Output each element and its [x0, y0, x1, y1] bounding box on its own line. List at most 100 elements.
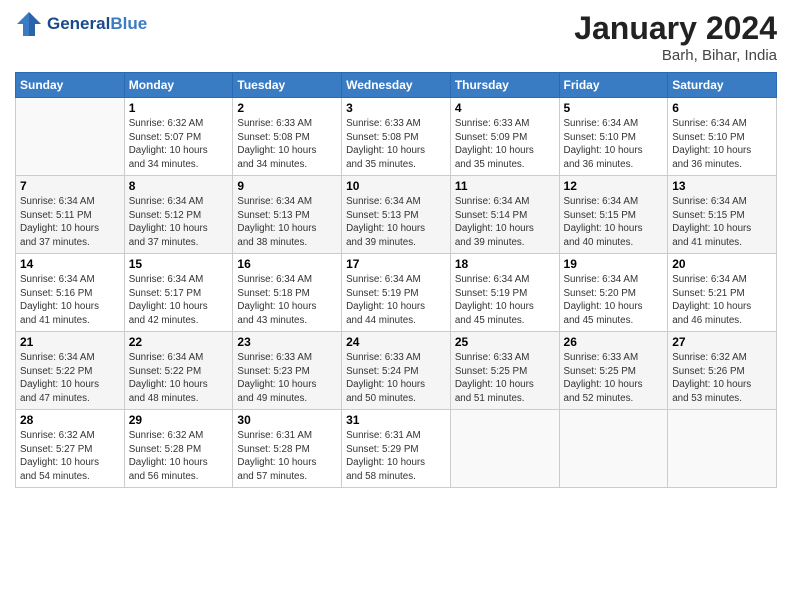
calendar-table: SundayMondayTuesdayWednesdayThursdayFrid…	[15, 72, 777, 488]
day-cell: 14Sunrise: 6:34 AM Sunset: 5:16 PM Dayli…	[16, 254, 125, 332]
day-number: 25	[455, 335, 555, 349]
day-cell	[16, 98, 125, 176]
day-content: Sunrise: 6:33 AM Sunset: 5:09 PM Dayligh…	[455, 117, 555, 172]
logo-icon	[15, 10, 43, 38]
day-number: 28	[20, 413, 120, 427]
day-content: Sunrise: 6:33 AM Sunset: 5:23 PM Dayligh…	[237, 351, 337, 406]
week-row-3: 14Sunrise: 6:34 AM Sunset: 5:16 PM Dayli…	[16, 254, 777, 332]
day-cell: 7 Sunrise: 6:34 AM Sunset: 5:11 PM Daylig…	[16, 176, 125, 254]
location: Barh, Bihar, India	[574, 47, 777, 64]
day-number: 1	[129, 101, 229, 115]
day-cell: 15 Sunrise: 6:34 AM Sunset: 5:17 PM Dayli…	[124, 254, 233, 332]
day-content: Sunrise: 6:34 AM Sunset: 5:22 PM Dayligh…	[129, 351, 229, 406]
header-cell-saturday: Saturday	[668, 73, 777, 98]
day-number: 31	[346, 413, 446, 427]
day-cell: 16 Sunrise: 6:34 AM Sunset: 5:18 PM Dayli…	[233, 254, 342, 332]
header-cell-wednesday: Wednesday	[342, 73, 451, 98]
day-content: Sunrise: 6:34 AM Sunset: 5:18 PM Dayligh…	[237, 273, 337, 328]
day-number: 19	[564, 257, 664, 271]
day-number: 13	[672, 179, 772, 193]
day-number: 9	[237, 179, 337, 193]
header-cell-thursday: Thursday	[450, 73, 559, 98]
header-row: SundayMondayTuesdayWednesdayThursdayFrid…	[16, 73, 777, 98]
header-cell-sunday: Sunday	[16, 73, 125, 98]
day-content: Sunrise: 6:32 AM Sunset: 5:26 PM Dayligh…	[672, 351, 772, 406]
day-cell: 12 Sunrise: 6:34 AM Sunset: 5:15 PM Dayli…	[559, 176, 668, 254]
day-content: Sunrise: 6:34 AM Sunset: 5:12 PM Dayligh…	[129, 195, 229, 250]
day-cell: 17Sunrise: 6:34 AM Sunset: 5:19 PM Dayli…	[342, 254, 451, 332]
day-content: Sunrise: 6:32 AM Sunset: 5:07 PM Dayligh…	[129, 117, 229, 172]
day-number: 11	[455, 179, 555, 193]
day-content: Sunrise: 6:31 AM Sunset: 5:29 PM Dayligh…	[346, 429, 446, 484]
day-number: 12	[564, 179, 664, 193]
header-cell-friday: Friday	[559, 73, 668, 98]
day-cell: 22 Sunrise: 6:34 AM Sunset: 5:22 PM Dayli…	[124, 332, 233, 410]
day-cell: 9 Sunrise: 6:34 AM Sunset: 5:13 PM Daylig…	[233, 176, 342, 254]
day-content: Sunrise: 6:34 AM Sunset: 5:21 PM Dayligh…	[672, 273, 772, 328]
day-content: Sunrise: 6:34 AM Sunset: 5:19 PM Dayligh…	[346, 273, 446, 328]
week-row-2: 7 Sunrise: 6:34 AM Sunset: 5:11 PM Daylig…	[16, 176, 777, 254]
day-number: 18	[455, 257, 555, 271]
day-cell: 26Sunrise: 6:33 AM Sunset: 5:25 PM Dayli…	[559, 332, 668, 410]
day-cell: 5 Sunrise: 6:34 AM Sunset: 5:10 PM Daylig…	[559, 98, 668, 176]
day-cell: 21Sunrise: 6:34 AM Sunset: 5:22 PM Dayli…	[16, 332, 125, 410]
day-number: 2	[237, 101, 337, 115]
day-content: Sunrise: 6:34 AM Sunset: 5:16 PM Dayligh…	[20, 273, 120, 328]
day-content: Sunrise: 6:34 AM Sunset: 5:15 PM Dayligh…	[564, 195, 664, 250]
day-number: 8	[129, 179, 229, 193]
logo-general: General	[47, 14, 110, 33]
day-cell: 8 Sunrise: 6:34 AM Sunset: 5:12 PM Daylig…	[124, 176, 233, 254]
month-title: January 2024	[574, 10, 777, 47]
week-row-5: 28 Sunrise: 6:32 AM Sunset: 5:27 PM Dayli…	[16, 410, 777, 488]
day-number: 15	[129, 257, 229, 271]
day-number: 5	[564, 101, 664, 115]
day-cell: 25 Sunrise: 6:33 AM Sunset: 5:25 PM Dayli…	[450, 332, 559, 410]
day-cell: 3Sunrise: 6:33 AM Sunset: 5:08 PM Daylig…	[342, 98, 451, 176]
day-cell	[668, 410, 777, 488]
day-content: Sunrise: 6:33 AM Sunset: 5:08 PM Dayligh…	[346, 117, 446, 172]
day-content: Sunrise: 6:34 AM Sunset: 5:17 PM Dayligh…	[129, 273, 229, 328]
day-number: 6	[672, 101, 772, 115]
day-cell: 4 Sunrise: 6:33 AM Sunset: 5:09 PM Daylig…	[450, 98, 559, 176]
day-cell: 20 Sunrise: 6:34 AM Sunset: 5:21 PM Dayli…	[668, 254, 777, 332]
day-cell: 27 Sunrise: 6:32 AM Sunset: 5:26 PM Dayli…	[668, 332, 777, 410]
header-cell-tuesday: Tuesday	[233, 73, 342, 98]
calendar-header: SundayMondayTuesdayWednesdayThursdayFrid…	[16, 73, 777, 98]
day-number: 30	[237, 413, 337, 427]
day-cell: 29Sunrise: 6:32 AM Sunset: 5:28 PM Dayli…	[124, 410, 233, 488]
day-content: Sunrise: 6:34 AM Sunset: 5:13 PM Dayligh…	[346, 195, 446, 250]
day-content: Sunrise: 6:33 AM Sunset: 5:25 PM Dayligh…	[564, 351, 664, 406]
day-content: Sunrise: 6:34 AM Sunset: 5:11 PM Dayligh…	[20, 195, 120, 250]
logo: GeneralBlue	[15, 10, 147, 38]
day-number: 4	[455, 101, 555, 115]
day-content: Sunrise: 6:33 AM Sunset: 5:25 PM Dayligh…	[455, 351, 555, 406]
day-cell: 13Sunrise: 6:34 AM Sunset: 5:15 PM Dayli…	[668, 176, 777, 254]
day-number: 23	[237, 335, 337, 349]
calendar-page: GeneralBlue January 2024 Barh, Bihar, In…	[0, 0, 792, 612]
day-cell: 6Sunrise: 6:34 AM Sunset: 5:10 PM Daylig…	[668, 98, 777, 176]
day-cell: 2 Sunrise: 6:33 AM Sunset: 5:08 PM Daylig…	[233, 98, 342, 176]
week-row-1: 1 Sunrise: 6:32 AM Sunset: 5:07 PM Daylig…	[16, 98, 777, 176]
day-number: 27	[672, 335, 772, 349]
day-cell: 10Sunrise: 6:34 AM Sunset: 5:13 PM Dayli…	[342, 176, 451, 254]
day-number: 7	[20, 179, 120, 193]
day-number: 22	[129, 335, 229, 349]
day-content: Sunrise: 6:34 AM Sunset: 5:10 PM Dayligh…	[564, 117, 664, 172]
calendar-body: 1 Sunrise: 6:32 AM Sunset: 5:07 PM Daylig…	[16, 98, 777, 488]
day-content: Sunrise: 6:34 AM Sunset: 5:13 PM Dayligh…	[237, 195, 337, 250]
day-content: Sunrise: 6:31 AM Sunset: 5:28 PM Dayligh…	[237, 429, 337, 484]
day-cell: 30 Sunrise: 6:31 AM Sunset: 5:28 PM Dayli…	[233, 410, 342, 488]
header-cell-monday: Monday	[124, 73, 233, 98]
day-cell: 11Sunrise: 6:34 AM Sunset: 5:14 PM Dayli…	[450, 176, 559, 254]
day-cell: 31 Sunrise: 6:31 AM Sunset: 5:29 PM Dayli…	[342, 410, 451, 488]
day-number: 16	[237, 257, 337, 271]
day-content: Sunrise: 6:32 AM Sunset: 5:27 PM Dayligh…	[20, 429, 120, 484]
title-block: January 2024 Barh, Bihar, India	[574, 10, 777, 64]
day-content: Sunrise: 6:33 AM Sunset: 5:08 PM Dayligh…	[237, 117, 337, 172]
day-cell	[559, 410, 668, 488]
week-row-4: 21Sunrise: 6:34 AM Sunset: 5:22 PM Dayli…	[16, 332, 777, 410]
day-number: 20	[672, 257, 772, 271]
day-cell: 23 Sunrise: 6:33 AM Sunset: 5:23 PM Dayli…	[233, 332, 342, 410]
header: GeneralBlue January 2024 Barh, Bihar, In…	[15, 10, 777, 64]
logo-blue: Blue	[110, 14, 147, 33]
